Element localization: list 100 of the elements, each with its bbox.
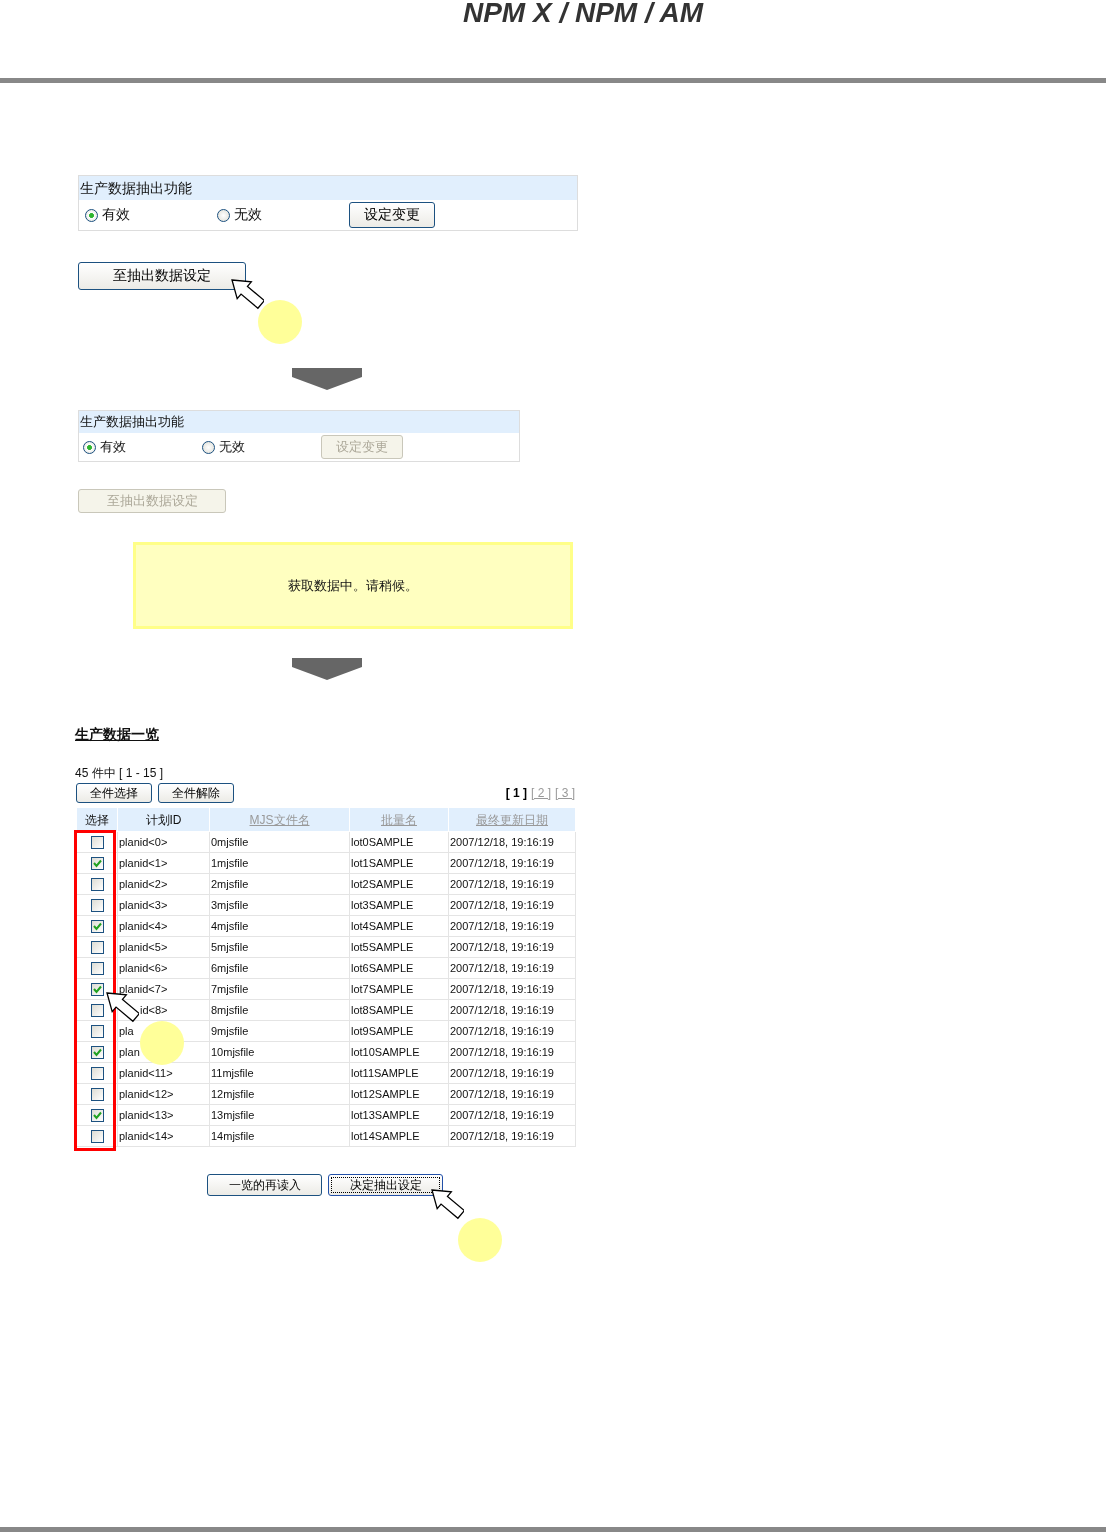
- table-cell: 2007/12/18, 19:16:19: [448, 894, 576, 916]
- table-cell: planid<6>: [117, 957, 210, 979]
- table-cell: 0mjsfile: [209, 831, 350, 853]
- checkbox[interactable]: [90, 962, 104, 976]
- table-cell: lot13SAMPLE: [349, 1104, 449, 1126]
- table-cell: 2007/12/18, 19:16:19: [448, 978, 576, 1000]
- table-cell: lot3SAMPLE: [349, 894, 449, 916]
- table-cell: lot4SAMPLE: [349, 915, 449, 937]
- table-cell: 2007/12/18, 19:16:19: [448, 1104, 576, 1126]
- step-marker: [140, 1021, 184, 1065]
- radio-label[interactable]: 有效: [102, 206, 130, 224]
- table-cell: lot14SAMPLE: [349, 1125, 449, 1147]
- table-cell: planid<0>: [117, 831, 210, 853]
- checkbox[interactable]: [90, 1088, 104, 1102]
- table-cell: 13mjsfile: [209, 1104, 350, 1126]
- table-cell: 2007/12/18, 19:16:19: [448, 957, 576, 979]
- table-cell: 12mjsfile: [209, 1083, 350, 1105]
- apply-button[interactable]: 设定变更: [349, 202, 435, 228]
- column-header: 计划ID: [117, 807, 210, 832]
- table-cell: 3mjsfile: [209, 894, 350, 916]
- table-cell: planid<14>: [117, 1125, 210, 1147]
- table-cell: lot7SAMPLE: [349, 978, 449, 1000]
- table-cell: lot12SAMPLE: [349, 1083, 449, 1105]
- column-header: 选择: [76, 807, 118, 832]
- checkbox[interactable]: [90, 836, 104, 850]
- cursor-icon: [230, 278, 264, 312]
- table-cell: 2007/12/18, 19:16:19: [448, 831, 576, 853]
- table-cell: planid<5>: [117, 936, 210, 958]
- table-cell: 2007/12/18, 19:16:19: [448, 1125, 576, 1147]
- table-cell: 2007/12/18, 19:16:19: [448, 1020, 576, 1042]
- checkbox[interactable]: [90, 1130, 104, 1144]
- table-cell: 6mjsfile: [209, 957, 350, 979]
- radio-label[interactable]: 无效: [234, 206, 262, 224]
- checkbox[interactable]: [90, 941, 104, 955]
- table-cell: planid<12>: [117, 1083, 210, 1105]
- down-arrow-icon: [292, 368, 362, 390]
- loading-message: 获取数据中。请稍候。: [133, 542, 573, 629]
- next-button[interactable]: 至抽出数据设定: [78, 262, 246, 290]
- table-cell: lot1SAMPLE: [349, 852, 449, 874]
- section-title: 生产数据一览: [75, 726, 159, 742]
- select-all-button[interactable]: 全件选择: [76, 783, 152, 803]
- checkbox[interactable]: [90, 1004, 104, 1018]
- clear-all-button[interactable]: 全件解除: [158, 783, 234, 803]
- radio-button[interactable]: [85, 208, 98, 222]
- table-cell: lot9SAMPLE: [349, 1020, 449, 1042]
- table-cell: 14mjsfile: [209, 1125, 350, 1147]
- table-cell: lot8SAMPLE: [349, 999, 449, 1021]
- table-cell: 2007/12/18, 19:16:19: [448, 999, 576, 1021]
- table-cell: 2007/12/18, 19:16:19: [448, 1062, 576, 1084]
- table-cell: 8mjsfile: [209, 999, 350, 1021]
- table-cell: 2007/12/18, 19:16:19: [448, 873, 576, 895]
- table-cell: 2007/12/18, 19:16:19: [448, 852, 576, 874]
- table-cell: 2007/12/18, 19:16:19: [448, 1041, 576, 1063]
- table-cell: planid<4>: [117, 915, 210, 937]
- table-cell: 2007/12/18, 19:16:19: [448, 936, 576, 958]
- panel-title: 生产数据抽出功能: [79, 176, 577, 200]
- checkbox[interactable]: [90, 899, 104, 913]
- current-page: [ 1 ]: [505, 786, 527, 800]
- checkbox[interactable]: [90, 878, 104, 892]
- table-cell: lot0SAMPLE: [349, 831, 449, 853]
- table-cell: lot5SAMPLE: [349, 936, 449, 958]
- table-cell: lot10SAMPLE: [349, 1041, 449, 1063]
- table-cell: 1mjsfile: [209, 852, 350, 874]
- confirm-button[interactable]: 决定抽出设定: [328, 1174, 443, 1196]
- radio-button[interactable]: [83, 440, 96, 454]
- table-cell: planid<1>: [117, 852, 210, 874]
- checkbox[interactable]: [90, 1109, 104, 1123]
- table-cell: planid<2>: [117, 873, 210, 895]
- down-arrow-icon: [292, 658, 362, 680]
- checkbox[interactable]: [90, 1067, 104, 1081]
- step-marker: [458, 1218, 502, 1262]
- table-cell: 5mjsfile: [209, 936, 350, 958]
- checkbox[interactable]: [90, 857, 104, 871]
- checkbox[interactable]: [90, 920, 104, 934]
- table-cell: 4mjsfile: [209, 915, 350, 937]
- panel-title: 生产数据抽出功能: [79, 411, 519, 433]
- table-cell: planid<3>: [117, 894, 210, 916]
- radio-label[interactable]: 有效: [100, 438, 126, 456]
- radio-label[interactable]: 无效: [219, 438, 245, 456]
- table-cell: lot2SAMPLE: [349, 873, 449, 895]
- record-range: 45 件中 [ 1 - 15 ]: [75, 766, 164, 780]
- table-cell: 2007/12/18, 19:16:19: [448, 1083, 576, 1105]
- radio-button[interactable]: [202, 440, 215, 454]
- table-cell: 11mjsfile: [209, 1062, 350, 1084]
- cursor-icon: [430, 1188, 464, 1222]
- table-cell: 2007/12/18, 19:16:19: [448, 915, 576, 937]
- radio-button[interactable]: [217, 208, 230, 222]
- table-cell: planid<13>: [117, 1104, 210, 1126]
- checkbox[interactable]: [90, 983, 104, 997]
- table-cell: lot11SAMPLE: [349, 1062, 449, 1084]
- table-cell: 7mjsfile: [209, 978, 350, 1000]
- table-cell: lot6SAMPLE: [349, 957, 449, 979]
- table-cell: 10mjsfile: [209, 1041, 350, 1063]
- checkbox[interactable]: [90, 1025, 104, 1039]
- checkbox[interactable]: [90, 1046, 104, 1060]
- table-cell: 2mjsfile: [209, 873, 350, 895]
- table-cell: 9mjsfile: [209, 1020, 350, 1042]
- reload-button[interactable]: 一览的再读入: [207, 1174, 322, 1196]
- document-title: NPM X / NPM / AM: [461, 0, 705, 26]
- step-marker: [258, 300, 302, 344]
